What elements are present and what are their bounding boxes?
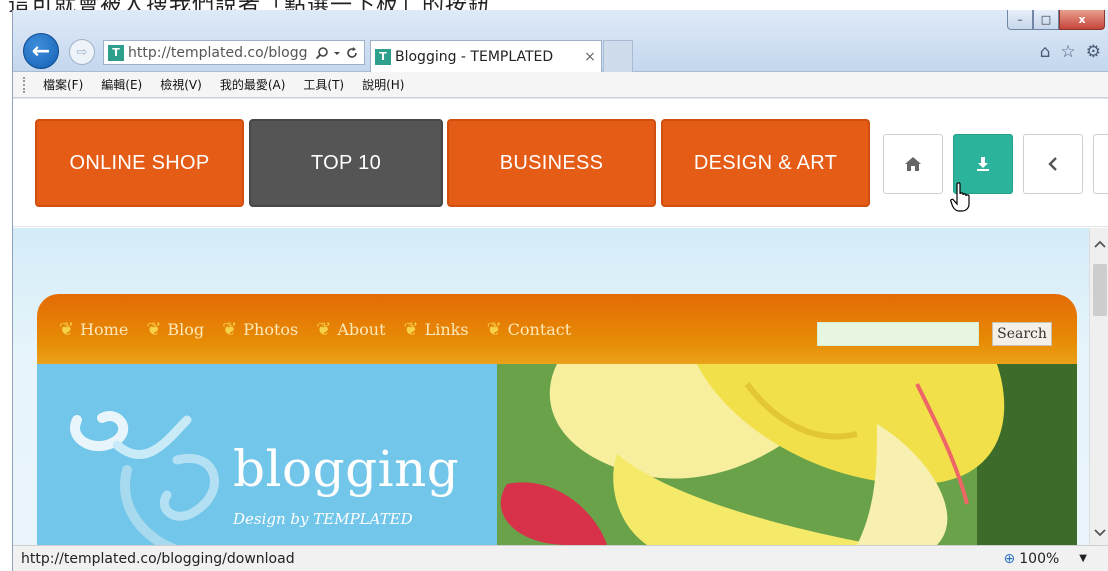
address-url[interactable]: http://templated.co/blogg	[128, 45, 310, 61]
favorites-star-icon[interactable]: ☆	[1061, 42, 1076, 62]
vertical-scrollbar[interactable]	[1089, 228, 1108, 545]
maximize-button[interactable]: □	[1033, 10, 1059, 30]
screenshot: 這可就會被人搜我們說者「點選一下板」的按鈕 – □ x ← ⇨ T http:/…	[0, 0, 1108, 571]
close-window-button[interactable]: x	[1059, 10, 1105, 30]
hero-title: blogging	[233, 440, 460, 498]
zoom-dropdown-icon[interactable]: ▼	[1079, 553, 1087, 564]
browser-toolbar-icons: ⌂ ☆ ⚙	[1040, 42, 1101, 62]
business-button[interactable]: BUSINESS	[447, 119, 656, 207]
menu-favorites[interactable]: 我的最愛(A)	[220, 76, 286, 93]
sprout-icon: ❦	[59, 318, 75, 340]
menu-tools[interactable]: 工具(T)	[303, 76, 344, 93]
menu-view[interactable]: 檢視(V)	[160, 76, 202, 93]
status-bar: http://templated.co/blogging/download ⊕ …	[13, 545, 1108, 571]
design-art-button[interactable]: DESIGN & ART	[661, 119, 870, 207]
sprout-icon: ❦	[316, 318, 332, 340]
nav-contact[interactable]: ❦ Contact	[487, 319, 572, 340]
flower-photo	[497, 364, 1077, 545]
menu-help[interactable]: 說明(H)	[362, 76, 404, 93]
nav-blog-label: Blog	[167, 319, 205, 339]
top-10-button[interactable]: TOP 10	[249, 119, 443, 207]
status-url: http://templated.co/blogging/download	[21, 550, 295, 567]
nav-home-label: Home	[80, 319, 129, 339]
new-tab-button[interactable]	[603, 40, 633, 72]
next-button-partial[interactable]	[1093, 134, 1108, 194]
online-shop-button[interactable]: ONLINE SHOP	[35, 119, 244, 207]
site-search-input[interactable]	[817, 322, 979, 346]
home-icon	[905, 157, 921, 171]
previous-button[interactable]	[1023, 134, 1083, 194]
refresh-icon[interactable]	[345, 46, 359, 60]
hand-cursor-icon	[950, 182, 970, 212]
page-viewport: ONLINE SHOP TOP 10 BUSINESS DESIGN & ART	[13, 99, 1108, 545]
browser-window: – □ x ← ⇨ T http://templated.co/blogg T …	[12, 10, 1108, 571]
menu-edit[interactable]: 編輯(E)	[101, 76, 142, 93]
tab-close-icon[interactable]: ×	[579, 49, 601, 65]
demo-bar: ONLINE SHOP TOP 10 BUSINESS DESIGN & ART	[13, 99, 1108, 227]
menu-file[interactable]: 檔案(F)	[43, 76, 83, 93]
menu-grip	[23, 77, 26, 93]
settings-gear-icon[interactable]: ⚙	[1086, 42, 1101, 62]
zoom-icon: ⊕	[1003, 550, 1016, 567]
sprout-icon: ❦	[222, 318, 238, 340]
site-navigation: ❦ Home ❦ Blog ❦ Photos ❦ About ❦ Links ❦ Conta…	[37, 294, 1077, 364]
tab-favicon-icon: T	[375, 48, 391, 65]
nav-links-label: Links	[424, 319, 469, 339]
scroll-down-icon[interactable]	[1090, 523, 1108, 543]
zoom-level: 100%	[1019, 550, 1060, 567]
swirl-ornament-icon	[70, 411, 219, 545]
sprout-icon: ❦	[486, 318, 502, 340]
forward-arrow-icon: ⇨	[76, 44, 88, 60]
site-search-button[interactable]: Search	[992, 322, 1052, 346]
window-controls: – □ x	[1007, 10, 1105, 32]
hero-subtitle: Design by TEMPLATED	[233, 510, 413, 528]
nav-about-label: About	[337, 319, 386, 339]
title-bar: – □ x ← ⇨ T http://templated.co/blogg T …	[13, 10, 1108, 72]
chevron-left-icon	[1048, 157, 1057, 171]
download-icon	[977, 157, 989, 171]
forward-button[interactable]: ⇨	[69, 39, 95, 65]
address-tools	[310, 46, 364, 60]
back-arrow-icon: ←	[31, 38, 51, 64]
dropdown-caret-icon[interactable]	[333, 46, 341, 60]
nav-photos[interactable]: ❦ Photos	[222, 319, 298, 340]
minimize-button[interactable]: –	[1007, 10, 1033, 30]
scroll-up-icon[interactable]	[1090, 234, 1108, 254]
nav-photos-label: Photos	[243, 319, 299, 339]
home-button[interactable]	[883, 134, 943, 194]
tab-blogging[interactable]: T Blogging - TEMPLATED ×	[370, 40, 602, 72]
zoom-control[interactable]: ⊕ 100% ▼	[1004, 551, 1087, 567]
nav-about[interactable]: ❦ About	[316, 319, 385, 340]
address-bar[interactable]: T http://templated.co/blogg	[103, 40, 365, 65]
nav-links[interactable]: ❦ Links	[404, 319, 469, 340]
sprout-icon: ❦	[403, 318, 419, 340]
tab-title: Blogging - TEMPLATED	[395, 48, 554, 65]
nav-blog[interactable]: ❦ Blog	[146, 319, 204, 340]
back-button[interactable]: ←	[23, 33, 59, 69]
hero-banner: blogging Design by TEMPLATED	[37, 364, 1077, 545]
menu-bar: 檔案(F) 編輯(E) 檢視(V) 我的最愛(A) 工具(T) 說明(H)	[13, 72, 1108, 98]
sprout-icon: ❦	[146, 318, 162, 340]
site-favicon-icon: T	[108, 44, 124, 61]
nav-home[interactable]: ❦ Home	[59, 319, 128, 340]
home-icon[interactable]: ⌂	[1040, 42, 1051, 62]
search-icon[interactable]	[315, 46, 329, 60]
nav-contact-label: Contact	[507, 319, 572, 339]
scroll-thumb[interactable]	[1093, 264, 1107, 316]
